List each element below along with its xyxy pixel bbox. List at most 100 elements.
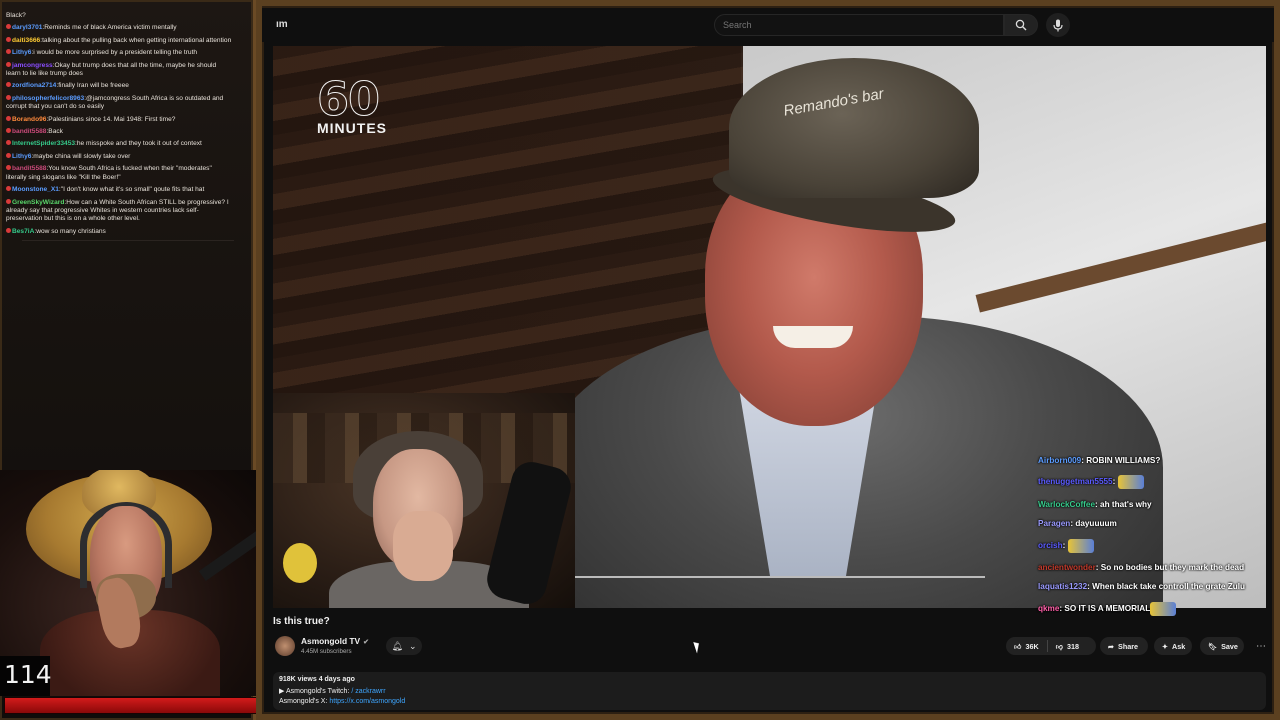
like-dislike-group: 👍︎ 36K 👎︎ 318 bbox=[1006, 637, 1096, 655]
chat-text: Black? bbox=[6, 12, 26, 19]
overlay-chat-username[interactable]: qkme bbox=[1038, 604, 1059, 613]
chat-text: Back bbox=[48, 128, 63, 136]
reactor-hands bbox=[393, 511, 453, 581]
video-title: Is this true? bbox=[273, 616, 330, 627]
dislike-count: 318 bbox=[1067, 641, 1079, 651]
chat-emote-icon bbox=[1150, 601, 1177, 616]
notification-bell-button[interactable]: 🔔︎ ⌄ bbox=[386, 637, 422, 655]
chat-username[interactable]: bandit5588 bbox=[12, 165, 46, 172]
chat-badge-icon bbox=[6, 140, 11, 146]
chat-username[interactable]: philosopherfelicor8963 bbox=[12, 95, 84, 102]
search-input[interactable] bbox=[715, 15, 1003, 35]
more-actions-button[interactable]: ⋯ bbox=[1252, 637, 1270, 655]
chat-username[interactable]: InternetSpider33453 bbox=[12, 140, 75, 147]
chat-message: daryl3701:Reminds me of black America vi… bbox=[6, 24, 232, 32]
chat-username[interactable]: Lithy6 bbox=[12, 49, 31, 56]
man-cap bbox=[729, 58, 979, 198]
chat-username[interactable]: zordfiona2714 bbox=[12, 82, 56, 89]
overlay-chat-username[interactable]: WarlockCoffee bbox=[1038, 500, 1095, 509]
chat-text: maybe china will slowly take over bbox=[33, 152, 131, 160]
chat-message: Borando96:Palestinians since 14. Mai 194… bbox=[6, 115, 232, 124]
sixty-minutes-word: MINUTES bbox=[317, 120, 387, 136]
twitch-label: ▶ Asmongold's Twitch: bbox=[279, 688, 350, 695]
channel-name-text[interactable]: Asmongold TV bbox=[301, 636, 360, 646]
bell-icon: 🔔︎ bbox=[391, 640, 403, 651]
chat-text: Reminds me of black America victim menta… bbox=[44, 24, 177, 32]
voice-search-button[interactable] bbox=[1046, 13, 1070, 37]
overlay-chat-message: thenuggetman5555: bbox=[1038, 475, 1266, 490]
chat-message: daiti3666:talking about the pulling back… bbox=[6, 36, 232, 45]
overlay-chat-message: Paragen: dayuuuum bbox=[1038, 519, 1266, 528]
chat-username[interactable]: daryl3701 bbox=[12, 24, 42, 31]
chat-badge-icon bbox=[6, 198, 11, 204]
share-icon: ➦ bbox=[1108, 641, 1115, 651]
dislike-button[interactable]: 👎︎ 318 bbox=[1048, 637, 1087, 655]
chat-username[interactable]: Lithy6 bbox=[12, 153, 31, 160]
chat-message: zordfiona2714:finally Iran will be freee… bbox=[6, 82, 232, 90]
share-label: Share bbox=[1118, 641, 1139, 651]
chat-badge-icon bbox=[6, 61, 11, 67]
screen: Black? daryl3701:Reminds me of black Amer… bbox=[0, 0, 1280, 720]
overlay-chat-text: ROBIN WILLIAMS? bbox=[1086, 456, 1161, 465]
save-label: Save bbox=[1221, 641, 1238, 651]
chat-username[interactable]: bandit5588 bbox=[12, 128, 46, 135]
search-button[interactable] bbox=[1004, 14, 1038, 36]
description-box[interactable] bbox=[273, 672, 1266, 710]
chat-username[interactable]: daiti3666 bbox=[12, 37, 40, 44]
chat-message: jamcongress:Okay but trump does that all… bbox=[6, 61, 232, 79]
bookmark-icon: 🔖︎ bbox=[1208, 641, 1218, 651]
like-button[interactable]: 👍︎ 36K bbox=[1006, 637, 1047, 655]
chat-text: i would be more surprised by a president… bbox=[33, 49, 198, 57]
overlay-chat-message: ancientwonder: So no bodies but they mar… bbox=[1038, 563, 1266, 572]
chat-username[interactable]: Bes7iA bbox=[12, 228, 34, 235]
channel-name[interactable]: Asmongold TV ✔ bbox=[301, 636, 369, 646]
overlay-chat-username[interactable]: laquatis1232 bbox=[1038, 582, 1087, 591]
sixty-minutes-logo: 60 MINUTES bbox=[317, 72, 387, 137]
overlay-chat-username[interactable]: orcish bbox=[1038, 541, 1063, 550]
chat-emote-icon bbox=[1067, 538, 1094, 553]
video-overlay-chat: Airborn009: ROBIN WILLIAMS? thenuggetman5… bbox=[1038, 456, 1266, 616]
chat-username[interactable]: jamcongress bbox=[12, 62, 53, 69]
microphone-icon bbox=[1053, 19, 1063, 31]
chat-badge-icon bbox=[6, 165, 11, 171]
twitch-link[interactable]: / zackrawrr bbox=[351, 688, 385, 695]
x-label: Asmongold's X: bbox=[279, 698, 328, 705]
view-count-date: 918K views 4 days ago bbox=[279, 676, 355, 683]
overlay-chat-username[interactable]: Airborn009 bbox=[1038, 456, 1081, 465]
save-button[interactable]: 🔖︎ Save bbox=[1200, 637, 1244, 655]
chat-message: bandit5588:You know South Africa is fuck… bbox=[6, 165, 232, 182]
chat-text: finally Iran will be freeee bbox=[58, 82, 129, 90]
overlay-chat-text: dayuuuum bbox=[1075, 519, 1117, 529]
overlay-chat-colon: : bbox=[1062, 540, 1068, 550]
share-button[interactable]: ➦ Share bbox=[1100, 637, 1148, 655]
chat-message: Moonstone_X1:"I don't know what it's so … bbox=[6, 186, 232, 194]
sparkle-icon: ✦ bbox=[1162, 641, 1169, 651]
chat-badge-icon bbox=[6, 24, 11, 30]
overlay-chat-username[interactable]: ancientwonder bbox=[1038, 563, 1096, 572]
thumbs-up-icon: 👍︎ bbox=[1014, 641, 1022, 651]
overlay-chat-username[interactable]: thenuggetman5555 bbox=[1038, 478, 1113, 487]
overlay-chat-message: qkme: SO IT IS A MEMORIAL bbox=[1038, 601, 1266, 616]
chat-text: wow so many christians bbox=[36, 227, 106, 235]
ask-button[interactable]: ✦ Ask bbox=[1154, 637, 1192, 655]
chat-message: InternetSpider33453:he misspoke and they… bbox=[6, 140, 232, 148]
sixty-minutes-number: 60 bbox=[317, 72, 381, 126]
youtube-header: ım bbox=[262, 8, 1274, 42]
chat-badge-icon bbox=[6, 82, 11, 88]
chat-username[interactable]: Moonstone_X1 bbox=[12, 186, 59, 193]
overlay-chat-message: laquatis1232: When black take controll t… bbox=[1038, 582, 1266, 591]
x-link[interactable]: https://x.com/asmongold bbox=[329, 698, 405, 705]
overlay-chat-text: ah that's why bbox=[1100, 499, 1152, 509]
video-progress-track[interactable] bbox=[575, 576, 985, 578]
more-horizontal-icon: ⋯ bbox=[1256, 640, 1266, 652]
chat-username[interactable]: GreenSkyWizard bbox=[12, 199, 64, 206]
chat-badge-icon bbox=[6, 152, 11, 158]
search-box[interactable] bbox=[714, 14, 1004, 36]
overlay-chat-username[interactable]: Paragen bbox=[1038, 519, 1070, 528]
chat-username[interactable]: Borando96 bbox=[12, 116, 46, 123]
channel-avatar[interactable] bbox=[275, 636, 295, 656]
overlay-chat-message: WarlockCoffee: ah that's why bbox=[1038, 500, 1266, 509]
youtube-logo[interactable]: ım bbox=[276, 19, 288, 30]
chat-badge-icon bbox=[6, 115, 11, 121]
chat-message: philosopherfelicor8963:@jamcongress Sout… bbox=[6, 94, 232, 112]
